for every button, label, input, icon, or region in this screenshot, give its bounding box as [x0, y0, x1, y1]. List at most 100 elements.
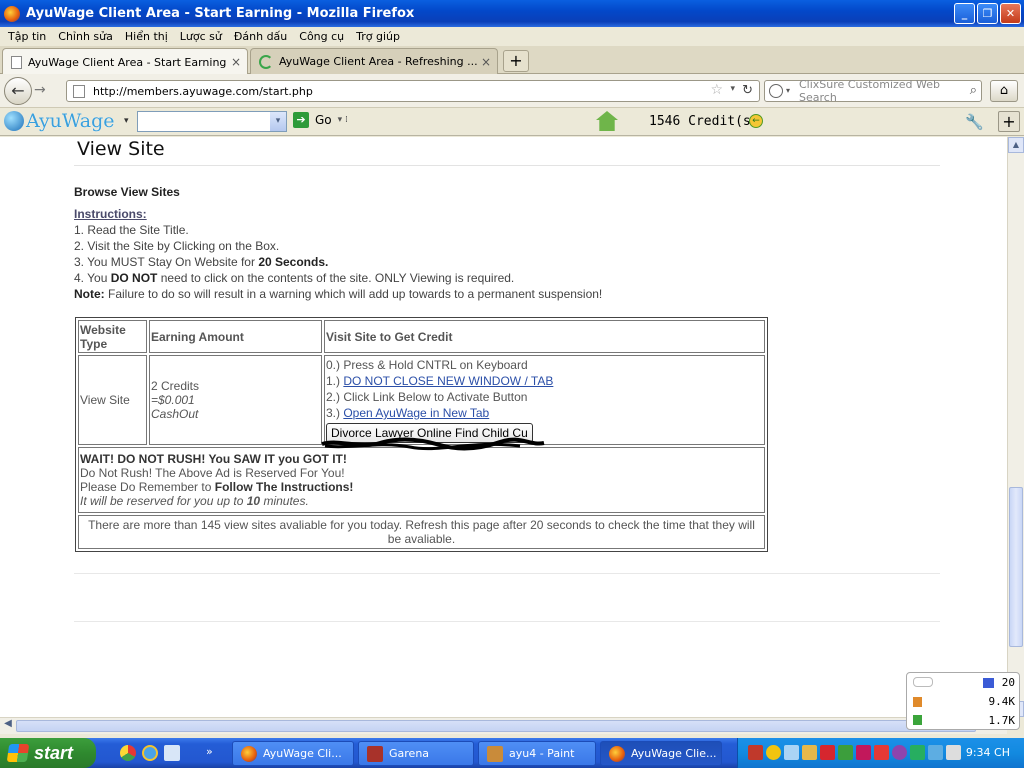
- chrome-icon[interactable]: [120, 745, 136, 761]
- globe-icon: [4, 111, 24, 131]
- header-visit-site: Visit Site to Get Credit: [324, 320, 765, 353]
- add-toolbar-button[interactable]: +: [998, 111, 1020, 132]
- window-controls: _ ❐ ✕: [954, 3, 1021, 24]
- ie-icon[interactable]: [142, 745, 158, 761]
- wrench-icon[interactable]: 🔧: [965, 113, 984, 131]
- quick-launch-more[interactable]: »: [206, 745, 213, 758]
- earning-cash: =$0.001: [151, 393, 195, 407]
- menu-view[interactable]: Hiển thị: [119, 30, 174, 43]
- start-button[interactable]: start: [0, 738, 96, 768]
- step-3: 3.) Open AyuWage in New Tab: [326, 406, 490, 420]
- garena-icon: [367, 745, 383, 762]
- windows-flag-icon: [6, 744, 30, 762]
- go-dropdown[interactable]: ▾ ⁞: [338, 115, 348, 125]
- reload-icon[interactable]: ↻: [742, 83, 753, 98]
- tray-app-icon[interactable]: [748, 745, 763, 760]
- tray-shield-icon[interactable]: [928, 745, 943, 760]
- toolbar-search-select[interactable]: ▾: [137, 111, 287, 132]
- search-placeholder[interactable]: ClixSure Customized Web Search: [799, 78, 981, 104]
- tab-bar: AyuWage Client Area - Start Earning × Ay…: [0, 46, 1024, 75]
- tray-green-icon[interactable]: [838, 745, 853, 760]
- task-ayuwage-1[interactable]: AyuWage Cli...: [232, 741, 354, 766]
- tray-red-icon[interactable]: [874, 745, 889, 760]
- tab-close-icon[interactable]: ×: [231, 55, 241, 69]
- vertical-scrollbar[interactable]: ▲ ▼: [1007, 137, 1024, 717]
- divider: [74, 165, 940, 166]
- forward-button[interactable]: →: [34, 82, 46, 98]
- page-content: View Site Browse View Sites Instructions…: [0, 137, 1007, 717]
- task-paint[interactable]: ayu4 - Paint: [478, 741, 596, 766]
- back-button[interactable]: ←: [4, 77, 32, 105]
- section-title: Browse View Sites: [74, 185, 180, 199]
- logo-dropdown[interactable]: ▾: [124, 116, 129, 126]
- instruction-4: 4. You DO NOT need to click on the conte…: [74, 271, 515, 285]
- volume-icon[interactable]: [946, 745, 961, 760]
- task-garena[interactable]: Garena: [358, 741, 474, 766]
- scroll-thumb[interactable]: [1009, 487, 1023, 647]
- tab-refreshing[interactable]: AyuWage Client Area - Refreshing ... ×: [250, 48, 498, 74]
- window-title-bar[interactable]: AyuWage Client Area - Start Earning - Mo…: [0, 0, 1024, 27]
- url-history-dropdown[interactable]: ▾: [730, 84, 735, 94]
- tray-coins-icon[interactable]: [802, 745, 817, 760]
- tray-purple-icon[interactable]: [892, 745, 907, 760]
- tray-v-icon[interactable]: [820, 745, 835, 760]
- open-ayuwage-link[interactable]: Open AyuWage in New Tab: [343, 406, 489, 420]
- tray-monitor-icon[interactable]: [910, 745, 925, 760]
- credits-count: 1546 Credit(s): [649, 114, 759, 129]
- explorer-icon[interactable]: [164, 745, 180, 761]
- new-tab-button[interactable]: +: [503, 50, 529, 72]
- instruction-2: 2. Visit the Site by Clicking on the Box…: [74, 239, 280, 253]
- horizontal-scrollbar[interactable]: ◀ ▶: [0, 717, 1007, 734]
- ayuwage-logo[interactable]: AyuWage: [4, 110, 115, 132]
- close-button[interactable]: ✕: [1000, 3, 1021, 24]
- ayuwage-toolbar: AyuWage ▾ ▾ ➔ Go ▾ ⁞ 1546 Credit(s) ← 🔧 …: [0, 108, 1024, 136]
- search-engine-icon[interactable]: [769, 84, 783, 98]
- wait-line-4: It will be reserved for you up to 10 min…: [80, 494, 309, 508]
- menu-history[interactable]: Lược sử: [174, 30, 228, 43]
- divider: [74, 573, 940, 574]
- minimize-button[interactable]: _: [954, 3, 975, 24]
- go-button[interactable]: ➔ Go ▾ ⁞: [293, 112, 348, 128]
- tray-smiley-icon[interactable]: [766, 745, 781, 760]
- menu-bookmarks[interactable]: Đánh dấu: [228, 30, 293, 43]
- scroll-up-icon[interactable]: ▲: [1008, 137, 1024, 153]
- menu-edit[interactable]: Chỉnh sửa: [52, 30, 119, 43]
- site-type-cell: View Site: [78, 355, 147, 445]
- menu-tools[interactable]: Công cụ: [293, 30, 350, 43]
- tray-network-icon[interactable]: [784, 745, 799, 760]
- earning-cell: 2 Credits =$0.001 CashOut: [149, 355, 322, 445]
- search-engine-dropdown[interactable]: ▾: [786, 86, 790, 95]
- tab-close-icon[interactable]: ×: [481, 55, 491, 69]
- go-arrow-icon: ➔: [293, 112, 309, 128]
- menu-help[interactable]: Trợ giúp: [350, 30, 406, 43]
- task-ayuwage-2[interactable]: AyuWage Clie...: [600, 741, 722, 766]
- network-meter-widget[interactable]: 20 9.4K 1.7K: [906, 672, 1020, 730]
- do-not-close-link[interactable]: DO NOT CLOSE NEW WINDOW / TAB: [343, 374, 553, 388]
- maximize-button[interactable]: ❐: [977, 3, 998, 24]
- logo-text: AyuWage: [26, 110, 115, 132]
- step-2: 2.) Click Link Below to Activate Button: [326, 390, 528, 404]
- search-go-icon[interactable]: ⌕: [970, 83, 977, 98]
- tab-label: AyuWage Client Area - Refreshing ...: [279, 55, 478, 68]
- paint-icon: [487, 745, 503, 762]
- step-1: 1.) DO NOT CLOSE NEW WINDOW / TAB: [326, 374, 554, 388]
- page-icon: [11, 55, 22, 69]
- menu-bar: Tập tin Chỉnh sửa Hiển thị Lược sử Đánh …: [0, 27, 1024, 46]
- loading-icon: [259, 54, 273, 69]
- chevron-down-icon[interactable]: ▾: [270, 112, 286, 131]
- scroll-thumb[interactable]: [16, 720, 976, 732]
- url-text[interactable]: http://members.ayuwage.com/start.php: [93, 85, 313, 98]
- instruction-1: 1. Read the Site Title.: [74, 223, 189, 237]
- header-earning-amount: Earning Amount: [149, 320, 322, 353]
- bookmark-star-icon[interactable]: ☆: [710, 82, 723, 98]
- refresh-credits-icon[interactable]: ←: [749, 114, 763, 128]
- meter-toggle-icon[interactable]: [913, 677, 933, 687]
- search-bar[interactable]: ▾ ClixSure Customized Web Search ⌕: [764, 78, 982, 104]
- house-icon[interactable]: [596, 111, 618, 131]
- home-button[interactable]: ⌂: [990, 80, 1018, 102]
- tray-ati-icon[interactable]: [856, 745, 871, 760]
- tab-start-earning[interactable]: AyuWage Client Area - Start Earning ×: [2, 48, 248, 75]
- menu-file[interactable]: Tập tin: [2, 30, 52, 43]
- scroll-left-icon[interactable]: ◀: [0, 718, 16, 734]
- url-bar[interactable]: http://members.ayuwage.com/start.php ☆ ▾…: [66, 80, 760, 102]
